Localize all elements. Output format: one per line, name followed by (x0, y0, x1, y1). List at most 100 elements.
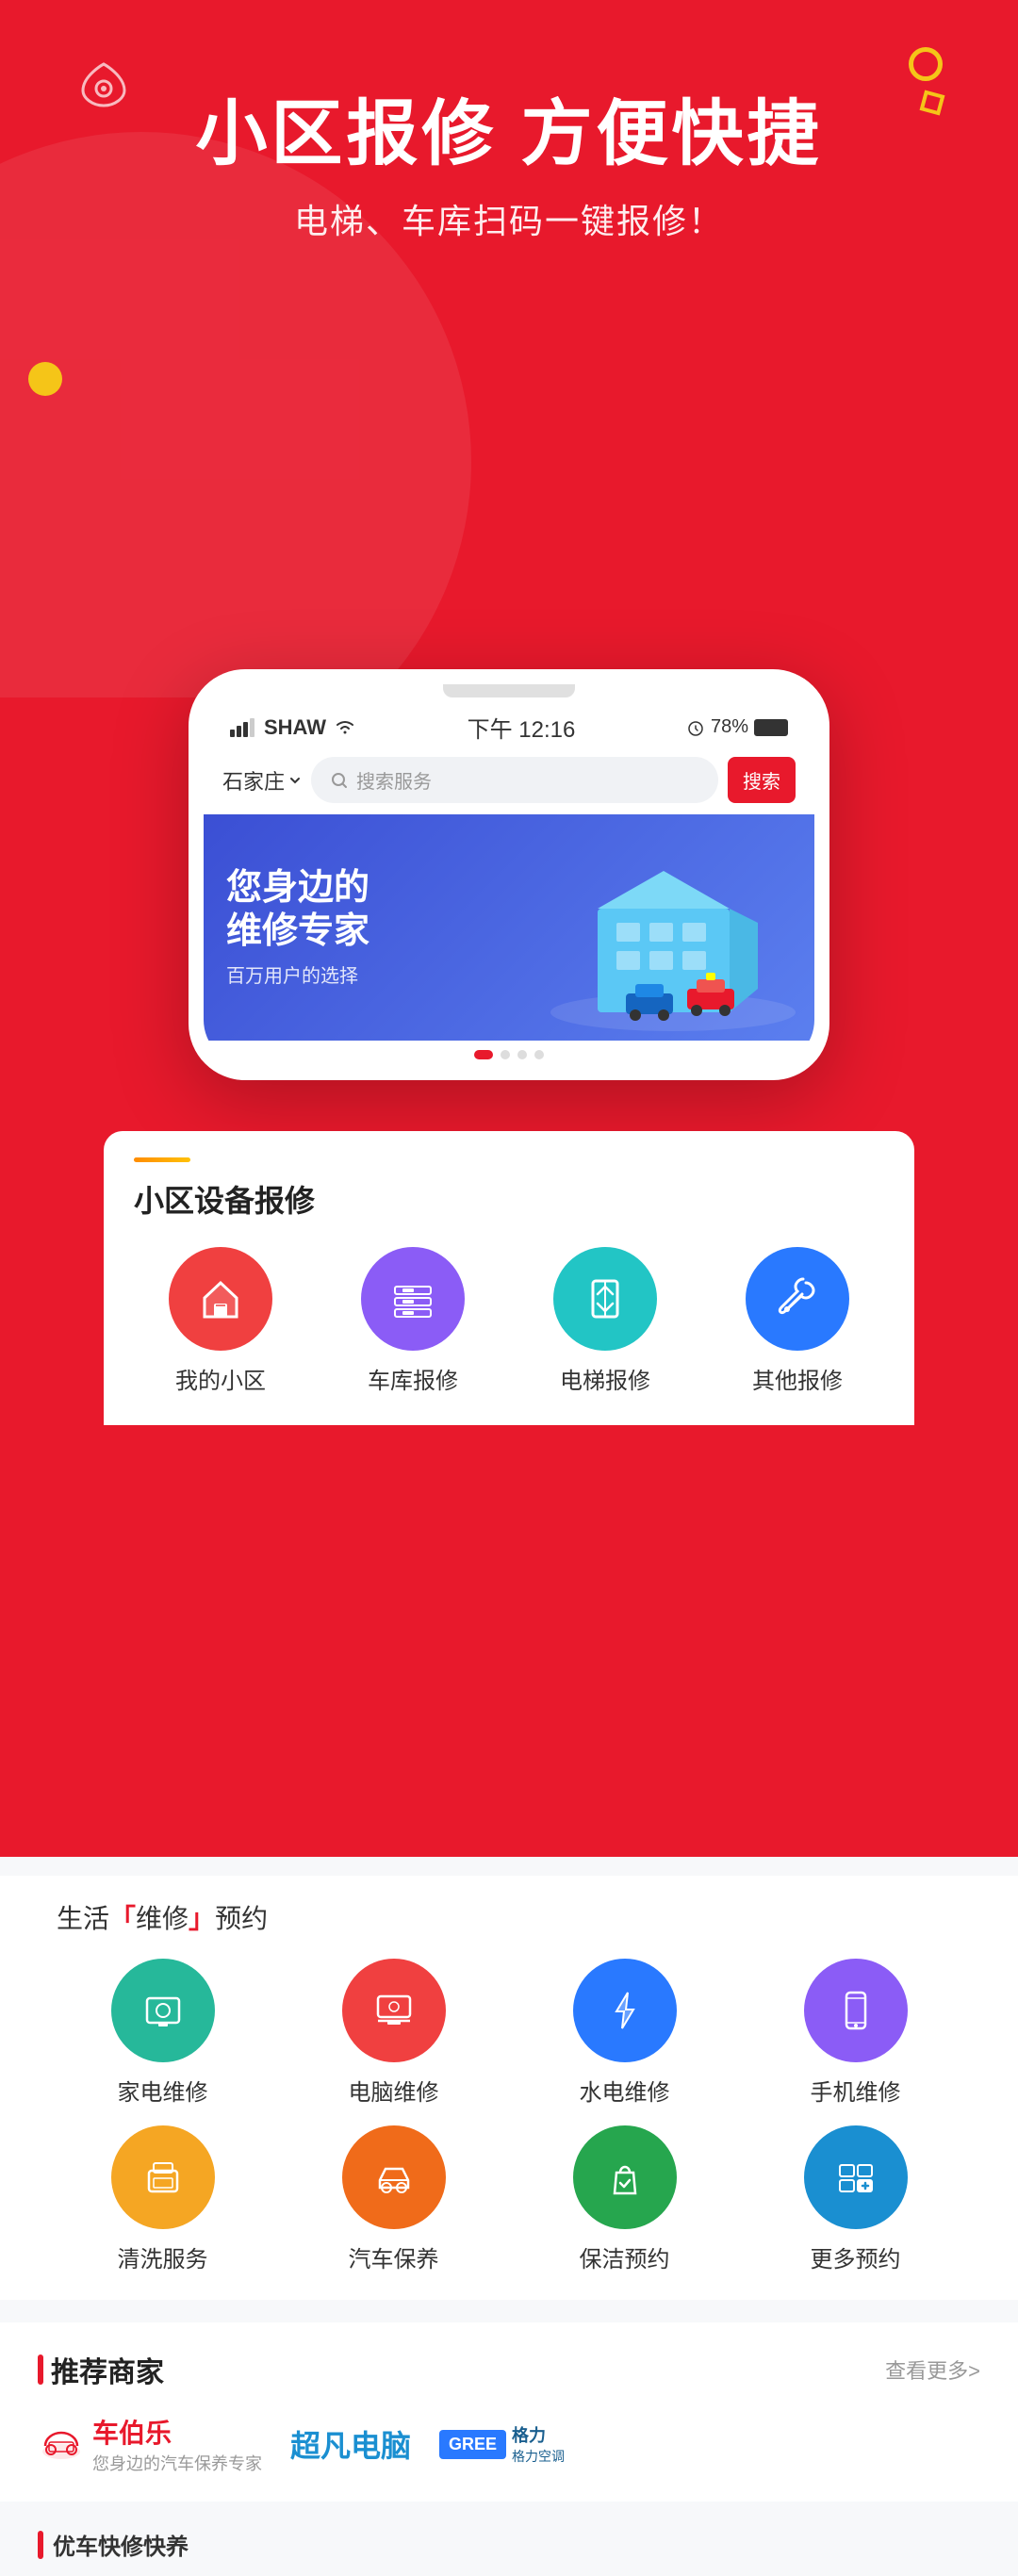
banner-text: 您身边的维修专家 百万用户的选择 (226, 867, 369, 988)
elevator-repair-label: 电梯报修 (560, 1362, 650, 1395)
dot-1 (474, 1050, 493, 1059)
my-community-icon (169, 1247, 272, 1351)
phone-banner: 您身边的维修专家 百万用户的选择 (204, 814, 814, 1041)
banner-illustration (541, 833, 805, 1041)
bottom-title: 优车快修快养 (53, 2528, 189, 2561)
computer-icon (342, 1959, 446, 2062)
gree-brand: 格力 (512, 2422, 565, 2447)
my-community-label: 我的小区 (175, 1362, 266, 1395)
other-repair-icon (746, 1247, 849, 1351)
phone-notch (443, 684, 575, 697)
computer-label: 电脑维修 (349, 2074, 439, 2107)
deco-square-yellow (920, 90, 945, 116)
recommend-title: 推荐商家 (38, 2349, 164, 2390)
elevator-repair-icon (553, 1247, 657, 1351)
phone-search-bar[interactable]: 石家庄 搜索服务 搜索 (204, 749, 814, 814)
dot-3 (517, 1050, 527, 1059)
dot-2 (501, 1050, 510, 1059)
search-field[interactable]: 搜索服务 (311, 757, 718, 803)
garage-repair-label: 车库报修 (368, 1362, 458, 1395)
repair-card: 小区设备报修 我的小区 (66, 1131, 952, 1425)
hero-title: 小区报修 方便快捷 (195, 75, 822, 179)
carrier-text: SHAW (264, 715, 326, 740)
water-electric-item[interactable]: 水电维修 (518, 1959, 731, 2107)
divider-1 (0, 2300, 1018, 2311)
my-community-item[interactable]: 我的小区 (134, 1247, 307, 1395)
cleaning-icon (111, 2125, 215, 2229)
chelele-name: 车伯乐 (92, 2413, 262, 2451)
recommend-header: 推荐商家 查看更多> (38, 2349, 980, 2390)
other-repair-item[interactable]: 其他报修 (711, 1247, 884, 1395)
cleaning-label: 清洗服务 (118, 2240, 208, 2273)
appliance-icon (111, 1959, 215, 2062)
divider-2 (0, 2502, 1018, 2513)
recommend-section: 推荐商家 查看更多> (0, 2322, 1018, 2502)
bottom-accent (38, 2531, 43, 2559)
more-item[interactable]: 更多预约 (749, 2125, 961, 2273)
elevator-repair-item[interactable]: 电梯报修 (518, 1247, 692, 1395)
appliance-item[interactable]: 家电维修 (57, 1959, 269, 2107)
search-placeholder: 搜索服务 (356, 766, 432, 794)
status-right: 78% (686, 716, 788, 738)
deco-icon-top-left (75, 57, 132, 113)
cleaning-item[interactable]: 清洗服务 (57, 2125, 269, 2273)
deco-dot-yellow (28, 362, 62, 396)
hero-section: 小区报修 方便快捷 电梯、车库扫码一键报修！ (0, 0, 1018, 697)
brand-chelele[interactable]: 车伯乐 您身边的汽车保养专家 (38, 2413, 262, 2475)
phone-repair-label: 手机维修 (811, 2074, 901, 2107)
car-care-item[interactable]: 汽车保养 (287, 2125, 500, 2273)
view-more-link[interactable]: 查看更多> (885, 2354, 980, 2385)
brand-chaofa[interactable]: 超凡电脑 (290, 2422, 411, 2466)
white-bg-section: 生活「维修」预约 家电维修 (0, 1857, 1018, 2576)
appliance-label: 家电维修 (118, 2074, 208, 2107)
garage-repair-icon (361, 1247, 465, 1351)
clean-appt-label: 保洁预约 (580, 2240, 670, 2273)
phone-mockup: SHAW 下午 12:16 (189, 669, 829, 1080)
garage-repair-item[interactable]: 车库报修 (326, 1247, 500, 1395)
computer-item[interactable]: 电脑维修 (287, 1959, 500, 2107)
repair-icon-grid: 我的小区 (134, 1247, 884, 1395)
gree-logo: GREE 格力 格力空调 (439, 2422, 565, 2466)
location-selector[interactable]: 石家庄 (222, 765, 302, 796)
search-button[interactable]: 搜索 (728, 757, 796, 803)
battery-text: 78% (711, 716, 748, 738)
status-left: SHAW (230, 715, 356, 740)
main-container: 小区报修 方便快捷 电梯、车库扫码一键报修！ (0, 0, 1018, 2576)
life-section-header: 生活「维修」预约 (57, 1898, 961, 1936)
banner-title: 您身边的维修专家 (226, 867, 369, 953)
water-electric-label: 水电维修 (580, 2074, 670, 2107)
brand-gree[interactable]: GREE 格力 格力空调 (439, 2422, 565, 2466)
repair-section: 小区设备报修 我的小区 (104, 1131, 914, 1425)
title-accent-bar (38, 2354, 43, 2385)
clean-appt-icon (573, 2125, 677, 2229)
accent-bar (134, 1157, 190, 1162)
repair-section-header: 小区设备报修 (134, 1177, 884, 1221)
chaofa-name: 超凡电脑 (290, 2422, 411, 2466)
deco-icon-top-right (909, 47, 943, 113)
chelele-tagline: 您身边的汽车保养专家 (92, 2451, 262, 2475)
bottom-section: 优车快修快养 (0, 2513, 1018, 2576)
phone-status-bar: SHAW 下午 12:16 (204, 701, 814, 749)
status-time: 下午 12:16 (468, 711, 576, 744)
dot-4 (534, 1050, 544, 1059)
deco-circle-yellow (909, 47, 943, 81)
car-care-label: 汽车保养 (349, 2240, 439, 2273)
life-service-section: 生活「维修」预约 家电维修 (0, 1876, 1018, 2300)
water-electric-icon (573, 1959, 677, 2062)
brand-logos: 车伯乐 您身边的汽车保养专家 超凡电脑 GREE 格力 格力空调 (38, 2413, 980, 2475)
phone-repair-icon (804, 1959, 908, 2062)
gree-product: 格力空调 (512, 2447, 565, 2466)
more-icon (804, 2125, 908, 2229)
phone-item[interactable]: 手机维修 (749, 1959, 961, 2107)
repair-section-title: 小区设备报修 (134, 1177, 315, 1221)
gree-icon: GREE (439, 2430, 506, 2459)
overlap-area: SHAW 下午 12:16 (0, 669, 1018, 1518)
life-section-title: 生活「维修」预约 (57, 1898, 268, 1936)
other-repair-label: 其他报修 (752, 1362, 843, 1395)
car-care-icon (342, 2125, 446, 2229)
battery-bar (754, 719, 788, 736)
life-icon-grid: 家电维修 电脑维修 (57, 1959, 961, 2273)
clean-appt-item[interactable]: 保洁预约 (518, 2125, 731, 2273)
hero-subtitle: 电梯、车库扫码一键报修！ (294, 194, 724, 243)
banner-dots (204, 1041, 814, 1065)
